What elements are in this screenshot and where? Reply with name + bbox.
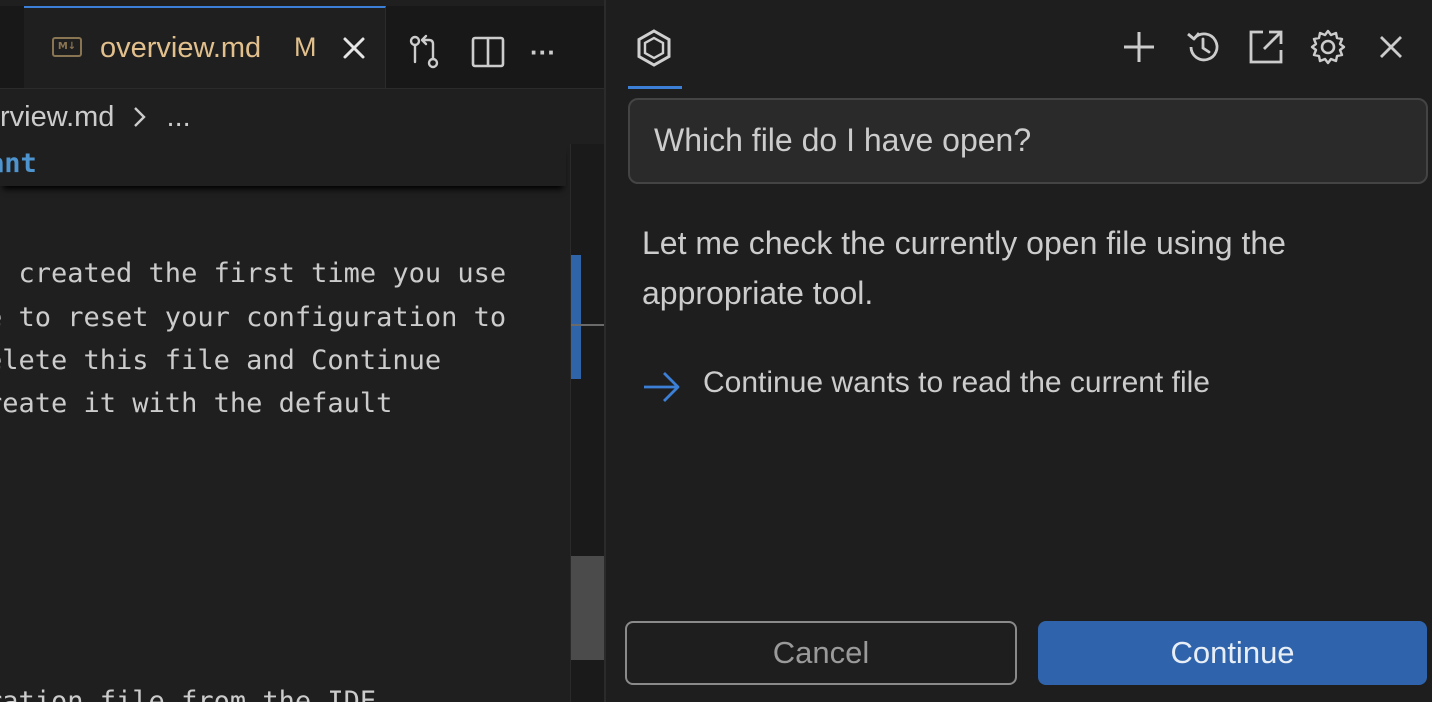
compare-changes-icon[interactable] bbox=[406, 34, 442, 70]
code-line: elete this file and Continue bbox=[0, 345, 442, 376]
more-actions-icon[interactable]: ··· bbox=[530, 34, 570, 70]
tool-call-text: Continue wants to read the current file bbox=[703, 366, 1210, 399]
chevron-right-icon bbox=[134, 107, 147, 128]
close-icon[interactable] bbox=[1372, 28, 1410, 66]
cancel-button[interactable]: Cancel bbox=[625, 621, 1017, 685]
tab-filename: overview.md bbox=[100, 32, 262, 64]
modified-badge: M bbox=[294, 32, 317, 62]
plus-icon[interactable] bbox=[1120, 28, 1158, 66]
scrollbar-thumb[interactable] bbox=[571, 556, 604, 660]
continue-chat-panel: Which file do I have open? Let me check … bbox=[606, 0, 1432, 702]
markdown-icon: M↓ bbox=[52, 37, 82, 57]
breadcrumb-file[interactable]: rview.md bbox=[0, 101, 114, 133]
close-icon[interactable] bbox=[340, 34, 368, 62]
tool-call-notice: Continue wants to read the current file bbox=[642, 364, 1402, 408]
minimap-change-marker bbox=[571, 255, 581, 379]
panel-header bbox=[606, 6, 1432, 89]
editor-pane: M↓ overview.md M ··· rview.md ... ant s … bbox=[0, 0, 604, 702]
breadcrumb: rview.md ... bbox=[0, 100, 191, 136]
editor-tab-bar: M↓ overview.md M ··· bbox=[0, 6, 604, 89]
active-tab-indicator bbox=[628, 86, 682, 89]
minimap-cursor-line bbox=[571, 324, 604, 326]
sticky-scroll-heading[interactable]: ant bbox=[0, 144, 566, 186]
gear-icon[interactable] bbox=[1309, 28, 1347, 66]
continue-button[interactable]: Continue bbox=[1038, 621, 1427, 685]
tab-overview-md[interactable]: M↓ overview.md M bbox=[24, 6, 386, 88]
code-line: e to reset your configuration to bbox=[0, 302, 507, 333]
assistant-message: Let me check the currently open file usi… bbox=[642, 225, 1286, 311]
arrow-right-icon bbox=[644, 372, 680, 402]
user-message[interactable]: Which file do I have open? bbox=[628, 98, 1428, 184]
code-line: reate it with the default bbox=[0, 388, 393, 419]
code-line: ration file from the IDE bbox=[0, 686, 377, 702]
history-icon[interactable] bbox=[1184, 28, 1222, 66]
continue-logo-icon[interactable] bbox=[634, 28, 674, 68]
code-line: s created the first time you use bbox=[0, 258, 507, 289]
breadcrumb-ellipsis[interactable]: ... bbox=[167, 101, 191, 133]
split-editor-icon[interactable] bbox=[470, 34, 506, 70]
open-in-new-window-icon[interactable] bbox=[1247, 28, 1285, 66]
heading-text: ant bbox=[0, 148, 37, 179]
